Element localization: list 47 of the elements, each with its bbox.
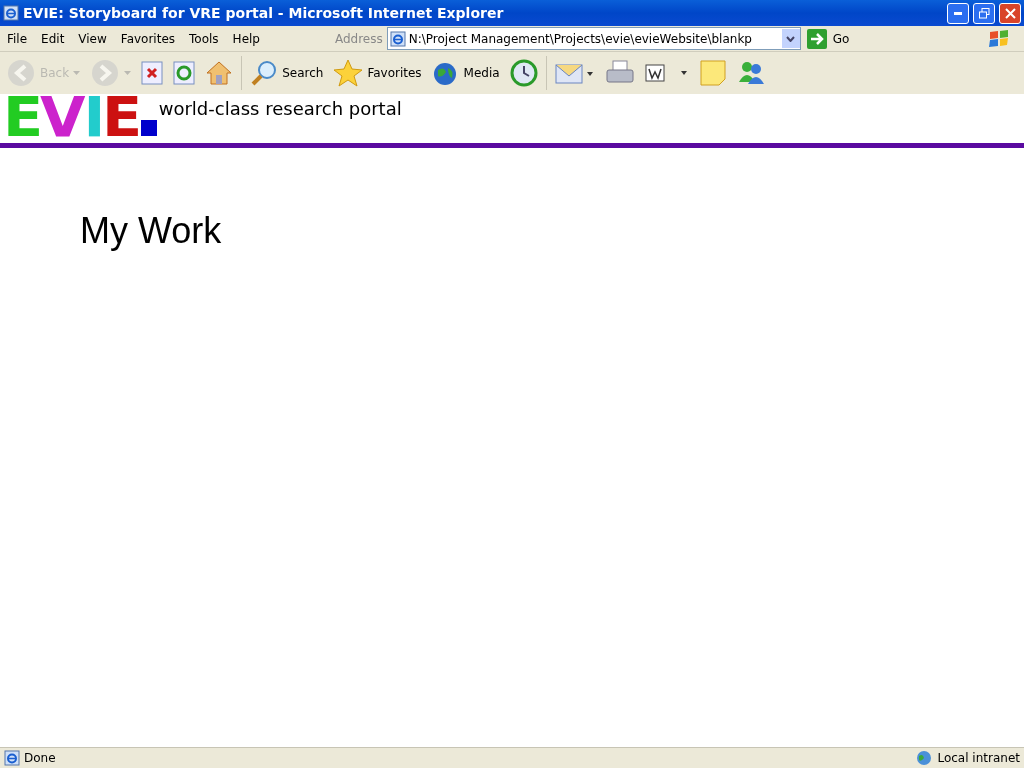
media-button[interactable]: Media <box>429 60 502 86</box>
address-field[interactable]: N:\Project Management\Projects\evie\evieWebsite\blankp <box>386 27 801 50</box>
minimize-button[interactable] <box>947 2 969 24</box>
logo-letter: E <box>102 94 142 140</box>
menu-item[interactable]: File <box>0 31 35 46</box>
menu-item[interactable]: Edit <box>34 31 72 46</box>
status-text: Done <box>24 751 57 765</box>
word-icon <box>644 62 689 84</box>
page-icon <box>389 30 406 47</box>
chevron-icon <box>786 35 796 42</box>
stop-icon <box>141 61 164 85</box>
home-icon <box>205 60 234 86</box>
history-icon <box>509 59 538 87</box>
note-icon <box>698 59 727 87</box>
close-button[interactable] <box>999 2 1021 24</box>
windows-flag-icon <box>988 28 1010 49</box>
dropdown-button[interactable] <box>781 29 800 48</box>
minimize-icon <box>954 11 962 15</box>
refresh-icon <box>173 61 196 85</box>
refresh-button[interactable] <box>171 61 198 85</box>
square-icon <box>140 120 157 136</box>
restore-button[interactable] <box>973 2 995 24</box>
stop-button[interactable] <box>139 61 166 85</box>
page-heading: My Work <box>80 210 222 252</box>
window-title: EVIE: Storyboard for VRE portal - Microsoft Internet Explorer <box>23 5 505 21</box>
address-label: Address <box>334 31 383 46</box>
menu-item[interactable]: Help <box>225 31 267 46</box>
caret-icon <box>124 71 132 75</box>
restore-icon <box>978 7 990 19</box>
people-icon <box>736 60 765 86</box>
menu-item[interactable]: Tools <box>182 31 226 46</box>
zone-text: Local intranet <box>937 751 1020 765</box>
search-icon <box>250 59 279 87</box>
go-button[interactable]: Go <box>806 28 850 49</box>
favorites-button[interactable]: Favorites <box>331 59 424 87</box>
caret-icon <box>73 71 81 75</box>
tagline: world-class research portal <box>158 98 402 119</box>
page-icon <box>4 750 20 766</box>
menu-item[interactable]: Favorites <box>113 31 183 46</box>
search-button[interactable]: Search <box>248 59 326 87</box>
logo-letter: V <box>40 94 85 140</box>
printer-icon <box>604 60 635 86</box>
globe-icon <box>915 750 934 766</box>
browser-icon <box>3 5 19 21</box>
star-icon <box>333 59 364 87</box>
menu-item[interactable]: View <box>71 31 114 46</box>
close-icon <box>1004 7 1016 19</box>
